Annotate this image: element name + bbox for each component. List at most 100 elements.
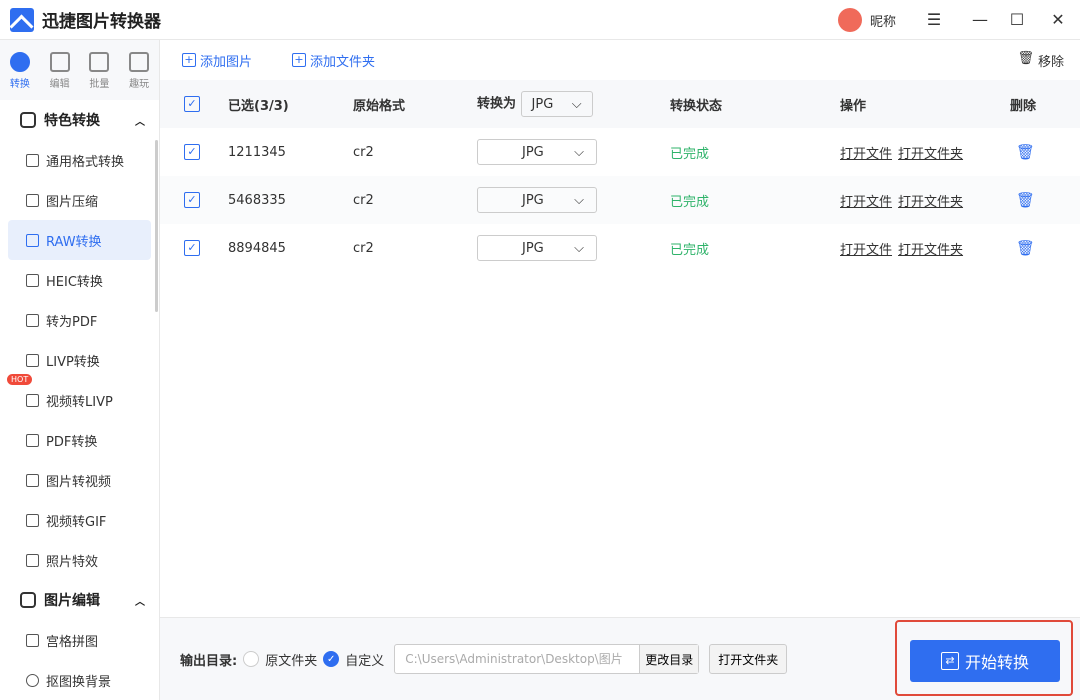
row-checkbox[interactable]: ✓	[184, 240, 200, 256]
item-label: PDF转换	[46, 434, 98, 450]
file-format: cr2	[353, 144, 374, 160]
tab-label: 编辑	[49, 79, 70, 90]
tab-label: 趣玩	[129, 79, 150, 90]
item-label: 抠图换背景	[46, 674, 112, 690]
compress-icon	[26, 193, 39, 207]
pdf-icon	[26, 313, 39, 327]
app-title: 迅捷图片转换器	[42, 12, 161, 32]
sidebar-item-effects[interactable]: 照片特效	[8, 540, 151, 580]
sidebar-scrollbar[interactable]	[155, 140, 158, 312]
tab-edit[interactable]: 编辑	[40, 52, 80, 100]
target-format-select[interactable]: JPG ⌵	[477, 235, 597, 261]
chevron-down-icon: ⌵	[574, 240, 584, 256]
minimize-button[interactable]: —	[970, 10, 990, 29]
open-file-link[interactable]: 打开文件	[840, 243, 892, 258]
file-name: 1211345	[228, 144, 286, 160]
pdf-icon	[26, 433, 39, 447]
maximize-button[interactable]: ☐	[1007, 10, 1027, 29]
image-sparkle-icon	[129, 52, 150, 72]
table-row: ✓ 8894845 cr2 JPG ⌵ 已完成 打开文件 打开文件夹 🗑	[160, 224, 1080, 272]
sidebar-item-gif[interactable]: 视频转GIF	[8, 500, 151, 540]
chevron-up-icon: ︿	[135, 116, 145, 128]
file-format: cr2	[353, 192, 374, 208]
trash-icon[interactable]: 🗑	[1010, 191, 1035, 209]
raw-icon	[26, 233, 39, 247]
select-all-checkbox[interactable]: ✓	[184, 96, 200, 112]
sidebar-item-cutout[interactable]: 抠图换背景	[8, 660, 151, 700]
app-logo-icon	[10, 7, 34, 32]
target-format-select[interactable]: JPG ⌵	[477, 187, 597, 213]
heic-icon	[26, 273, 39, 287]
sidebar-item-pdf-convert[interactable]: PDF转换	[8, 420, 151, 460]
path-value: C:\Users\Administrator\Desktop\图片	[405, 652, 623, 666]
item-label: RAW转换	[46, 234, 102, 250]
sidebar-item-heic[interactable]: HEIC转换	[8, 260, 151, 300]
chevron-down-icon: ⌵	[574, 192, 584, 208]
open-folder-link[interactable]: 打开文件夹	[898, 147, 963, 162]
target-format-select[interactable]: JPG ⌵	[477, 139, 597, 165]
status-text: 已完成	[670, 194, 710, 210]
header-selected: 已选(3/3)	[228, 98, 289, 114]
sidebar-item-raw[interactable]: RAW转换	[8, 220, 151, 260]
sidebar-item-image-video[interactable]: 图片转视频	[8, 460, 151, 500]
add-image-button[interactable]: + 添加图片	[182, 51, 252, 70]
item-label: 通用格式转换	[46, 154, 125, 170]
open-folder-link[interactable]: 打开文件夹	[898, 195, 963, 210]
open-file-link[interactable]: 打开文件	[840, 147, 892, 162]
radio-custom[interactable]: ✓	[323, 651, 340, 667]
header-format: 原始格式	[353, 98, 406, 114]
select-value: JPG	[531, 96, 554, 112]
sidebar-item-general[interactable]: 通用格式转换	[8, 140, 151, 180]
convert-icon: ⇄	[940, 652, 959, 670]
open-folder-link[interactable]: 打开文件夹	[898, 243, 963, 258]
item-label: 照片特效	[46, 554, 99, 570]
trash-icon[interactable]: 🗑	[1010, 239, 1035, 257]
row-checkbox[interactable]: ✓	[184, 144, 200, 160]
camera-icon	[26, 553, 39, 567]
row-checkbox[interactable]: ✓	[184, 192, 200, 208]
user-name: 昵称	[870, 14, 897, 30]
edit-icon	[20, 592, 36, 608]
user-menu[interactable]: 昵称	[838, 8, 896, 32]
sidebar-item-compress[interactable]: 图片压缩	[8, 180, 151, 220]
select-value: JPG	[522, 240, 544, 256]
sidebar-item-video-livp[interactable]: HOT 视频转LIVP	[7, 374, 151, 420]
item-label: 转为PDF	[46, 314, 98, 330]
add-folder-button[interactable]: + 添加文件夹	[292, 51, 375, 70]
tab-convert[interactable]: 转换	[0, 52, 40, 100]
close-button[interactable]: ✕	[1048, 10, 1068, 29]
label: 添加图片	[200, 54, 253, 70]
sidebar-item-grid[interactable]: 宫格拼图	[8, 620, 151, 660]
open-folder-button[interactable]: 打开文件夹	[709, 644, 788, 674]
convert-all-select[interactable]: JPG ⌵	[520, 91, 593, 117]
group-featured[interactable]: 特色转换 ︿	[0, 100, 159, 140]
table-header: ✓ 已选(3/3) 原始格式 转换为 JPG ⌵ 转换状态 操作 删除	[160, 80, 1080, 128]
radio-original-folder[interactable]	[243, 651, 260, 667]
output-path-field[interactable]: C:\Users\Administrator\Desktop\图片 更改目录	[394, 644, 700, 674]
tab-fun[interactable]: 趣玩	[119, 52, 159, 100]
menu-icon[interactable]: ☰	[924, 10, 944, 29]
group-edit[interactable]: 图片编辑 ︿	[0, 580, 159, 620]
hot-badge: HOT	[7, 374, 33, 385]
file-format: cr2	[353, 240, 374, 256]
tab-label: 批量	[89, 79, 110, 90]
tab-batch[interactable]: 批量	[80, 52, 120, 100]
status-text: 已完成	[670, 242, 710, 258]
sidebar-item-pdf[interactable]: 转为PDF	[8, 300, 151, 340]
select-value: JPG	[522, 144, 544, 160]
select-value: JPG	[522, 192, 544, 208]
convert-icon	[20, 112, 36, 128]
sidebar: 转换 编辑 批量 趣玩 特色转换 ︿ 通用格式转换 图片压缩 RAW转换 HEIC…	[0, 40, 160, 700]
trash-icon[interactable]: 🗑	[1010, 143, 1035, 161]
item-label: 图片压缩	[46, 194, 99, 210]
main-panel: + 添加图片 + 添加文件夹 🗑 移除 ✓ 已选(3/3) 原始格式 转换为 JPG ⌵…	[160, 40, 1080, 700]
item-label: 视频转LIVP	[46, 394, 113, 410]
open-file-link[interactable]: 打开文件	[840, 195, 892, 210]
folder-plus-icon: +	[292, 53, 307, 67]
remove-button[interactable]: 🗑 移除	[1017, 51, 1064, 70]
group-label: 特色转换	[44, 113, 100, 129]
change-dir-button[interactable]: 更改目录	[639, 645, 699, 673]
start-convert-button[interactable]: ⇄ 开始转换	[910, 640, 1060, 682]
radio-label: 自定义	[345, 653, 385, 669]
group-label: 图片编辑	[44, 593, 100, 609]
